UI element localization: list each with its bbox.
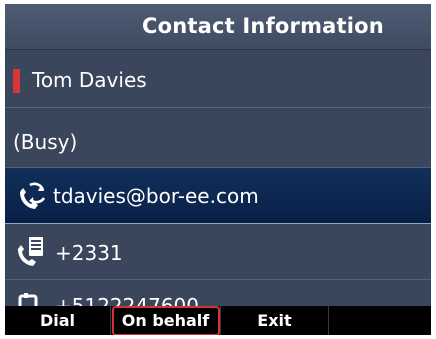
- page-title: Contact Information: [142, 14, 384, 38]
- contact-phone-row[interactable]: +2331: [5, 224, 431, 280]
- on-behalf-highlight-box: [112, 306, 220, 335]
- contact-name-row[interactable]: Tom Davies: [5, 50, 431, 108]
- email-call-icon: [20, 182, 46, 209]
- contact-status-row[interactable]: (Busy): [5, 108, 431, 168]
- contact-status: (Busy): [13, 130, 78, 154]
- contact-email: tdavies@bor-ee.com: [53, 184, 259, 208]
- contact-phone: +2331: [55, 241, 123, 265]
- contact-name: Tom Davies: [32, 68, 147, 92]
- empty-softkey[interactable]: [329, 306, 431, 335]
- phone-screen: Contact Information Tom Davies (Busy) td…: [5, 4, 431, 335]
- contact-email-row[interactable]: tdavies@bor-ee.com: [5, 168, 431, 224]
- exit-softkey[interactable]: Exit: [221, 306, 329, 335]
- dial-softkey[interactable]: Dial: [5, 306, 111, 335]
- title-bar: Contact Information: [5, 4, 431, 50]
- work-phone-icon: [18, 237, 43, 266]
- presence-status-marker: [13, 69, 20, 93]
